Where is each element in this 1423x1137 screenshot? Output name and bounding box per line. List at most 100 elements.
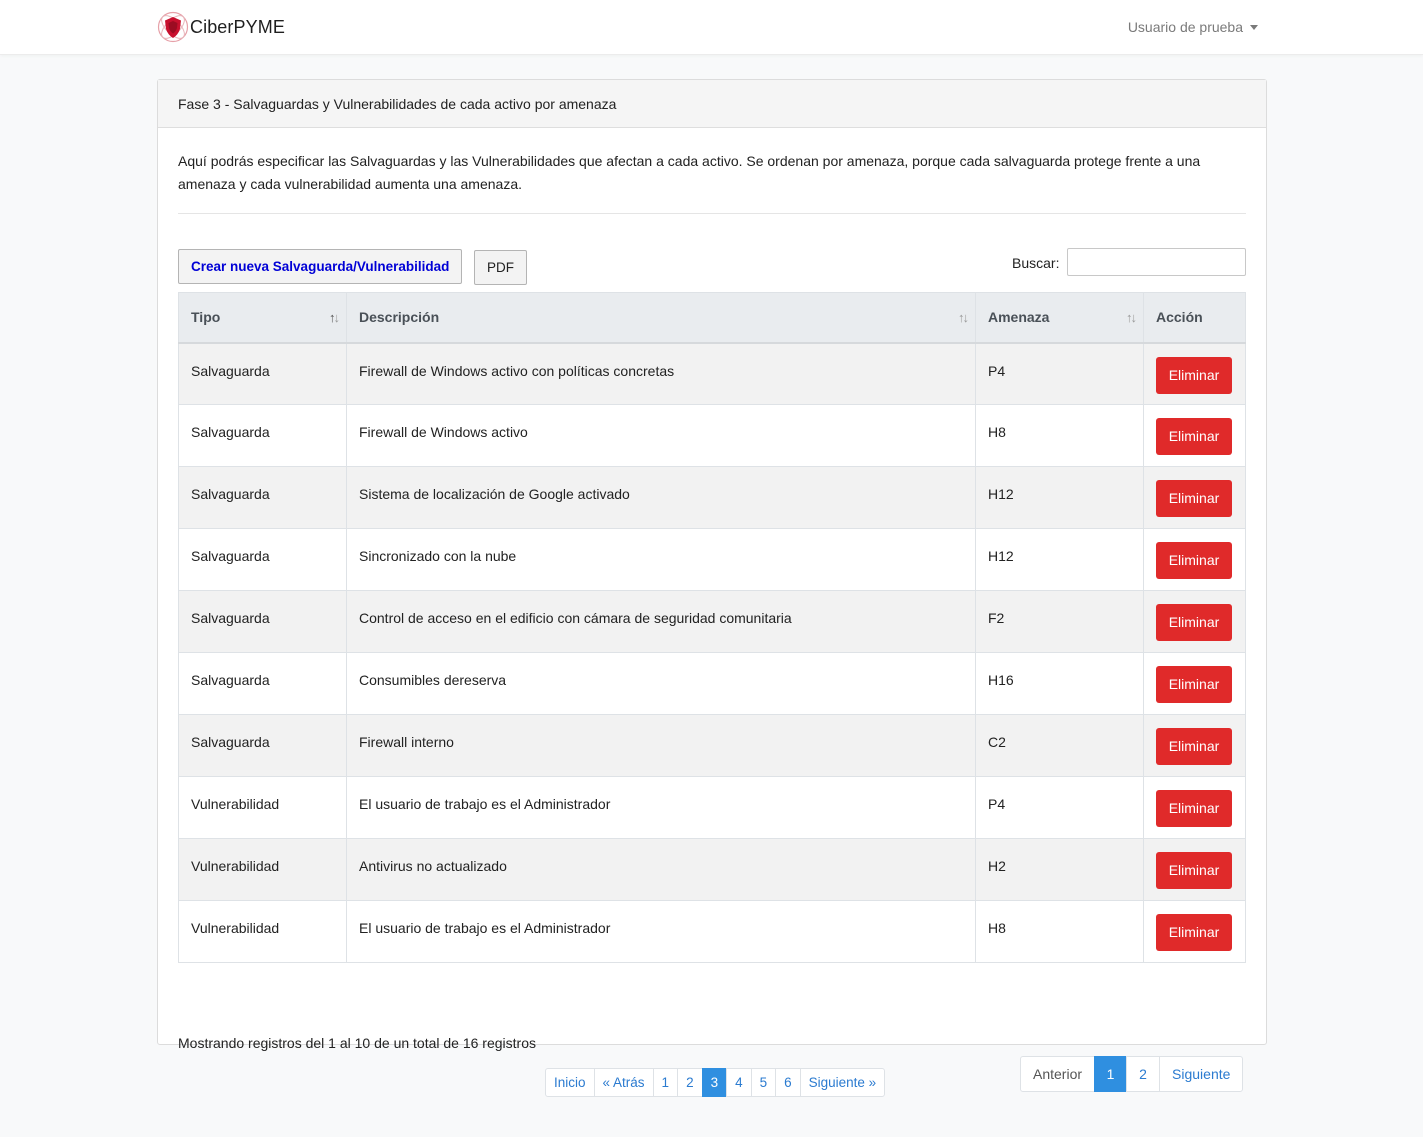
sort-arrows-icon: ↑↓ bbox=[329, 310, 340, 325]
cell-accion: Eliminar bbox=[1143, 652, 1246, 715]
cell-accion: Eliminar bbox=[1143, 466, 1246, 529]
sort-arrows-icon: ↑↓ bbox=[1126, 310, 1137, 325]
delete-button[interactable]: Eliminar bbox=[1156, 914, 1232, 951]
cell-accion: Eliminar bbox=[1143, 714, 1246, 777]
delete-button[interactable]: Eliminar bbox=[1156, 418, 1232, 455]
table-row: Vulnerabilidad El usuario de trabajo es … bbox=[178, 900, 1246, 963]
table-row: Salvaguarda Firewall de Windows activo c… bbox=[178, 342, 1246, 405]
table-header-row: Tipo ↑↓ Descripción ↑↓ Amenaza ↑↓ Acción bbox=[178, 292, 1246, 344]
divider bbox=[178, 213, 1246, 214]
delete-button[interactable]: Eliminar bbox=[1156, 790, 1232, 827]
column-header-label: Acción bbox=[1156, 309, 1203, 326]
phase-nav-siguiente[interactable]: Siguiente » bbox=[799, 1068, 886, 1097]
phase-card: Fase 3 - Salvaguardas y Vulnerabilidades… bbox=[157, 79, 1267, 1092]
shield-logo-icon bbox=[157, 11, 189, 43]
cell-descripcion: Control de acceso en el edificio con cám… bbox=[346, 590, 976, 653]
table-pagination: Anterior 1 2 Siguiente bbox=[1020, 1056, 1244, 1092]
table-row: Salvaguarda Sincronizado con la nube H12… bbox=[178, 528, 1246, 591]
search-label: Buscar: bbox=[1012, 255, 1060, 271]
cell-descripcion: Sincronizado con la nube bbox=[346, 528, 976, 591]
cell-tipo: Salvaguarda bbox=[178, 342, 347, 405]
table-row: Salvaguarda Control de acceso en el edif… bbox=[178, 590, 1246, 653]
phase-nav-1[interactable]: 1 bbox=[652, 1068, 679, 1097]
cell-descripcion: Sistema de localización de Google activa… bbox=[346, 466, 976, 529]
delete-button[interactable]: Eliminar bbox=[1156, 666, 1232, 703]
pagination-page-1[interactable]: 1 bbox=[1094, 1056, 1128, 1092]
cell-amenaza: F2 bbox=[975, 590, 1144, 653]
search-input[interactable] bbox=[1067, 248, 1246, 276]
phase-nav-4[interactable]: 4 bbox=[726, 1068, 752, 1097]
card-body: Aquí podrás especificar las Salvaguardas… bbox=[158, 150, 1266, 1092]
brand-name: CiberPYME bbox=[190, 16, 285, 37]
pagination-next[interactable]: Siguiente bbox=[1159, 1056, 1244, 1092]
pdf-button[interactable]: PDF bbox=[474, 250, 527, 285]
cell-tipo: Salvaguarda bbox=[178, 404, 347, 467]
cell-descripcion: Consumibles dereserva bbox=[346, 652, 976, 715]
column-header-amenaza[interactable]: Amenaza ↑↓ bbox=[975, 292, 1144, 344]
cell-tipo: Salvaguarda bbox=[178, 590, 347, 653]
create-safeguard-button[interactable]: Crear nueva Salvaguarda/Vulnerabilidad bbox=[178, 249, 463, 284]
caret-down-icon bbox=[1250, 25, 1258, 30]
cell-tipo: Salvaguarda bbox=[178, 528, 347, 591]
cell-accion: Eliminar bbox=[1143, 404, 1246, 467]
delete-button[interactable]: Eliminar bbox=[1156, 604, 1232, 641]
phase-pagination: Inicio « Atrás 1 2 3 4 5 6 Siguiente » bbox=[545, 1068, 886, 1097]
delete-button[interactable]: Eliminar bbox=[1156, 480, 1232, 517]
cell-amenaza: P4 bbox=[975, 342, 1144, 405]
cell-descripcion: El usuario de trabajo es el Administrado… bbox=[346, 900, 976, 963]
column-header-label: Tipo bbox=[191, 309, 221, 326]
cell-descripcion: El usuario de trabajo es el Administrado… bbox=[346, 776, 976, 839]
cell-accion: Eliminar bbox=[1143, 900, 1246, 963]
delete-button[interactable]: Eliminar bbox=[1156, 542, 1232, 579]
cell-accion: Eliminar bbox=[1143, 590, 1246, 653]
delete-button[interactable]: Eliminar bbox=[1156, 728, 1232, 765]
cell-tipo: Salvaguarda bbox=[178, 714, 347, 777]
cell-descripcion: Firewall de Windows activo bbox=[346, 404, 976, 467]
table-row: Salvaguarda Firewall de Windows activo H… bbox=[178, 404, 1246, 467]
cell-amenaza: H2 bbox=[975, 838, 1144, 901]
pagination-page-2[interactable]: 2 bbox=[1126, 1056, 1161, 1092]
cell-amenaza: P4 bbox=[975, 776, 1144, 839]
table-row: Vulnerabilidad El usuario de trabajo es … bbox=[178, 776, 1246, 839]
phase-nav-6[interactable]: 6 bbox=[775, 1068, 801, 1097]
column-header-tipo[interactable]: Tipo ↑↓ bbox=[178, 292, 347, 344]
phase-nav-5[interactable]: 5 bbox=[750, 1068, 777, 1097]
phase-nav-atras[interactable]: « Atrás bbox=[593, 1068, 654, 1097]
phase-nav-inicio[interactable]: Inicio bbox=[545, 1068, 595, 1097]
cell-tipo: Vulnerabilidad bbox=[178, 776, 347, 839]
cell-accion: Eliminar bbox=[1143, 776, 1246, 839]
cell-tipo: Salvaguarda bbox=[178, 466, 347, 529]
cell-accion: Eliminar bbox=[1143, 342, 1246, 405]
phase-nav-3[interactable]: 3 bbox=[701, 1068, 728, 1097]
top-navbar: CiberPYME Usuario de prueba bbox=[0, 0, 1423, 55]
table-row: Salvaguarda Sistema de localización de G… bbox=[178, 466, 1246, 529]
user-menu-dropdown[interactable]: Usuario de prueba bbox=[1128, 19, 1258, 35]
phase-nav-2[interactable]: 2 bbox=[677, 1068, 703, 1097]
table-row: Vulnerabilidad Antivirus no actualizado … bbox=[178, 838, 1246, 901]
cell-tipo: Vulnerabilidad bbox=[178, 900, 347, 963]
user-menu-label: Usuario de prueba bbox=[1127, 19, 1243, 35]
table-info-text: Mostrando registros del 1 al 10 de un to… bbox=[178, 1035, 536, 1051]
safeguards-table: Tipo ↑↓ Descripción ↑↓ Amenaza ↑↓ Acción bbox=[178, 292, 1246, 963]
column-header-descripcion[interactable]: Descripción ↑↓ bbox=[346, 292, 976, 344]
intro-text: Aquí podrás especificar las Salvaguardas… bbox=[178, 153, 1201, 192]
cell-amenaza: H8 bbox=[975, 404, 1144, 467]
cell-amenaza: H16 bbox=[975, 652, 1144, 715]
column-header-accion: Acción bbox=[1143, 292, 1246, 344]
table-row: Salvaguarda Firewall interno C2 Eliminar bbox=[178, 714, 1246, 777]
table-row: Salvaguarda Consumibles dereserva H16 El… bbox=[178, 652, 1246, 715]
cell-accion: Eliminar bbox=[1143, 528, 1246, 591]
pagination-previous[interactable]: Anterior bbox=[1020, 1056, 1096, 1092]
delete-button[interactable]: Eliminar bbox=[1156, 356, 1232, 394]
cell-descripcion: Firewall interno bbox=[346, 714, 976, 777]
delete-button[interactable]: Eliminar bbox=[1156, 852, 1232, 889]
cell-accion: Eliminar bbox=[1143, 838, 1246, 901]
column-header-label: Descripción bbox=[359, 309, 440, 326]
sort-arrows-icon: ↑↓ bbox=[958, 310, 969, 325]
cell-amenaza: H12 bbox=[975, 466, 1144, 529]
cell-amenaza: H12 bbox=[975, 528, 1144, 591]
column-header-label: Amenaza bbox=[988, 309, 1050, 326]
cell-tipo: Salvaguarda bbox=[178, 652, 347, 715]
brand[interactable]: CiberPYME bbox=[157, 11, 285, 43]
cell-amenaza: C2 bbox=[975, 714, 1144, 777]
